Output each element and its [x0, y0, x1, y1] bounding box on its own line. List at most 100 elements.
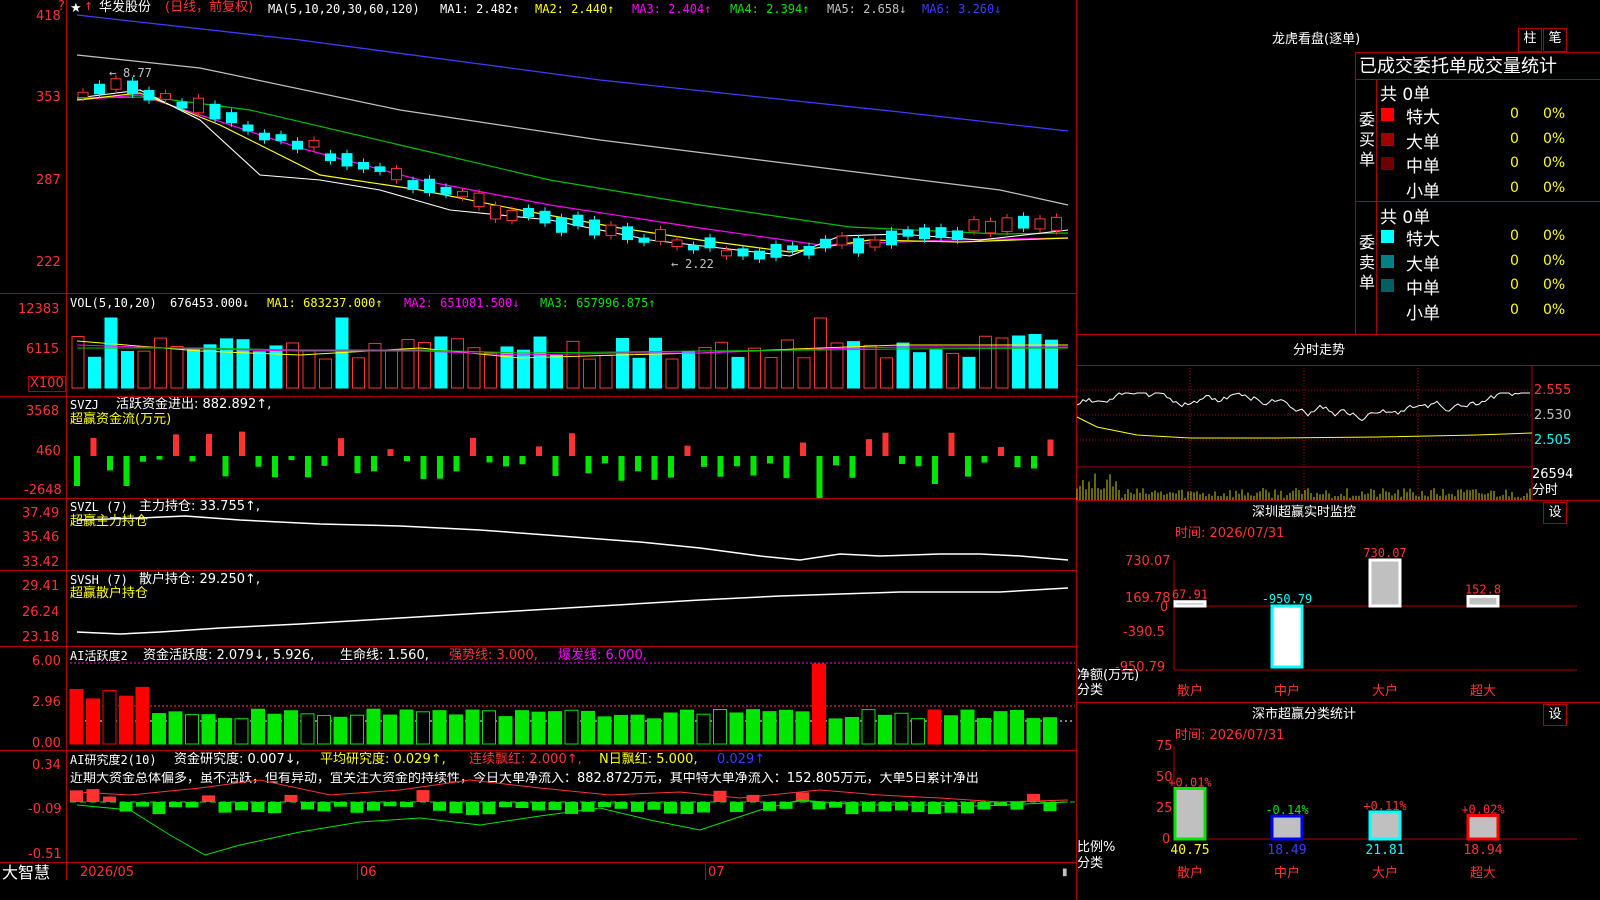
brand-label: 大智慧	[2, 863, 51, 882]
candlestick-chart[interactable]: ← 8.77 ← 2.22	[0, 0, 1077, 293]
volume-bar	[995, 337, 1009, 389]
class-bar	[1368, 810, 1402, 841]
monitor-bar	[1270, 604, 1304, 669]
research-bar	[416, 790, 430, 802]
volume-bar	[385, 349, 398, 389]
activity-bar	[201, 714, 216, 745]
svzl-chart[interactable]	[0, 498, 1077, 570]
fund-flow-bar	[684, 445, 691, 456]
svsh-chart[interactable]	[0, 570, 1077, 646]
fund-flow-bar	[899, 456, 905, 464]
fund-flow-bar	[420, 456, 427, 479]
research-bar	[499, 802, 512, 808]
activity-bar	[696, 713, 711, 745]
svzj-chart[interactable]	[0, 396, 1077, 498]
dragon-title: 龙虎看盘(逐单)	[1272, 32, 1361, 47]
research-bar	[449, 802, 463, 814]
volume-bar	[88, 356, 101, 389]
fund-flow-bar	[206, 434, 212, 456]
activity-bar	[828, 718, 843, 745]
order-row-count: 0	[1510, 277, 1519, 293]
research-bar	[911, 802, 925, 813]
stat-title: 已成交委托单成交量统计	[1359, 56, 1557, 77]
monitor-chart[interactable]: 67.91 散户 -950.79 中户 730.07 大户 152.8 超大	[1077, 500, 1600, 700]
class-chart[interactable]: +0.01% 40.75 散户 -0.14% 18.49 中户 +0.11% 21.81 大户 +…	[1077, 702, 1600, 900]
candle-body	[523, 207, 534, 217]
volume-bar	[220, 338, 233, 389]
activity-bar	[581, 710, 595, 745]
fund-flow-bar	[618, 456, 625, 481]
buy-total: 共 0单	[1380, 85, 1431, 105]
activity-bar	[1010, 710, 1024, 745]
fund-flow-bar	[668, 456, 674, 478]
activity-bar	[168, 711, 183, 745]
candle-body	[919, 227, 930, 240]
tick-mode-button[interactable]: 笔	[1543, 28, 1567, 52]
activity-bar	[416, 711, 430, 745]
candle-body	[143, 90, 155, 101]
lock-icon[interactable]: ▮	[1062, 866, 1068, 880]
candle-body	[721, 249, 732, 257]
research-line-red	[76, 779, 1069, 803]
research-bar	[928, 802, 941, 815]
candle-body	[1001, 217, 1013, 233]
volume-bar	[434, 336, 448, 389]
fund-flow-bar	[156, 456, 163, 460]
candle-body	[737, 248, 749, 257]
monitor-category-label: 中户	[1274, 683, 1300, 699]
candle-body	[94, 83, 105, 95]
volume-chart[interactable]	[0, 293, 1077, 396]
volume-bar	[533, 336, 547, 389]
ai-research-chart[interactable]	[0, 750, 1077, 862]
bar-mode-button[interactable]: 柱	[1518, 28, 1542, 52]
volume-bar	[632, 357, 646, 389]
research-bar	[152, 802, 166, 815]
activity-bar	[795, 711, 810, 745]
volume-bar	[401, 339, 415, 389]
activity-bar	[251, 708, 265, 745]
research-bar	[532, 802, 545, 811]
activity-bar	[911, 718, 925, 745]
class-change-label: +0.02%	[1461, 803, 1505, 817]
fund-flow-bar	[981, 456, 988, 463]
order-row-count: 0	[1510, 179, 1519, 196]
order-row-pct: 0%	[1543, 130, 1566, 147]
order-row-pct: 0%	[1543, 106, 1566, 122]
activity-bar	[845, 717, 859, 745]
activity-bar	[333, 716, 348, 745]
order-color-swatch	[1381, 279, 1394, 292]
volume-bar	[814, 317, 827, 389]
main-chart-area[interactable]: ? ★ ↑ 华发股份 (日线，前复权) MA(5,10,20,30,60,120…	[0, 0, 1077, 900]
research-bar	[697, 802, 710, 813]
candle-body	[671, 239, 683, 247]
volume-bar	[764, 357, 778, 389]
intraday-chart[interactable]	[1076, 365, 1600, 500]
research-bar	[614, 802, 628, 809]
low-price-annotation: ←	[671, 257, 678, 271]
activity-bar	[152, 713, 166, 745]
candle-body	[886, 230, 897, 246]
volume-bar	[715, 341, 728, 389]
volume-bar	[319, 358, 332, 389]
activity-bar	[498, 716, 513, 745]
fund-flow-bar	[387, 449, 394, 456]
ai-active-chart[interactable]	[0, 646, 1077, 750]
volume-bar	[71, 335, 85, 389]
volume-bar	[104, 317, 118, 389]
candle-body	[1051, 216, 1062, 231]
candle-body	[77, 91, 89, 99]
research-bar	[136, 802, 149, 807]
fund-flow-bar	[173, 434, 179, 456]
candle-body	[655, 229, 666, 242]
fund-flow-bar	[849, 456, 856, 478]
research-bar	[944, 802, 958, 813]
candle-body	[127, 80, 138, 95]
research-bar	[466, 802, 479, 815]
volume-bar	[946, 352, 959, 389]
activity-bar	[680, 709, 694, 745]
volume-bar	[979, 335, 992, 389]
order-row-pct: 0%	[1543, 301, 1566, 318]
fund-flow-bar	[585, 456, 592, 474]
candle-body	[556, 217, 567, 233]
candle-body	[787, 245, 798, 251]
